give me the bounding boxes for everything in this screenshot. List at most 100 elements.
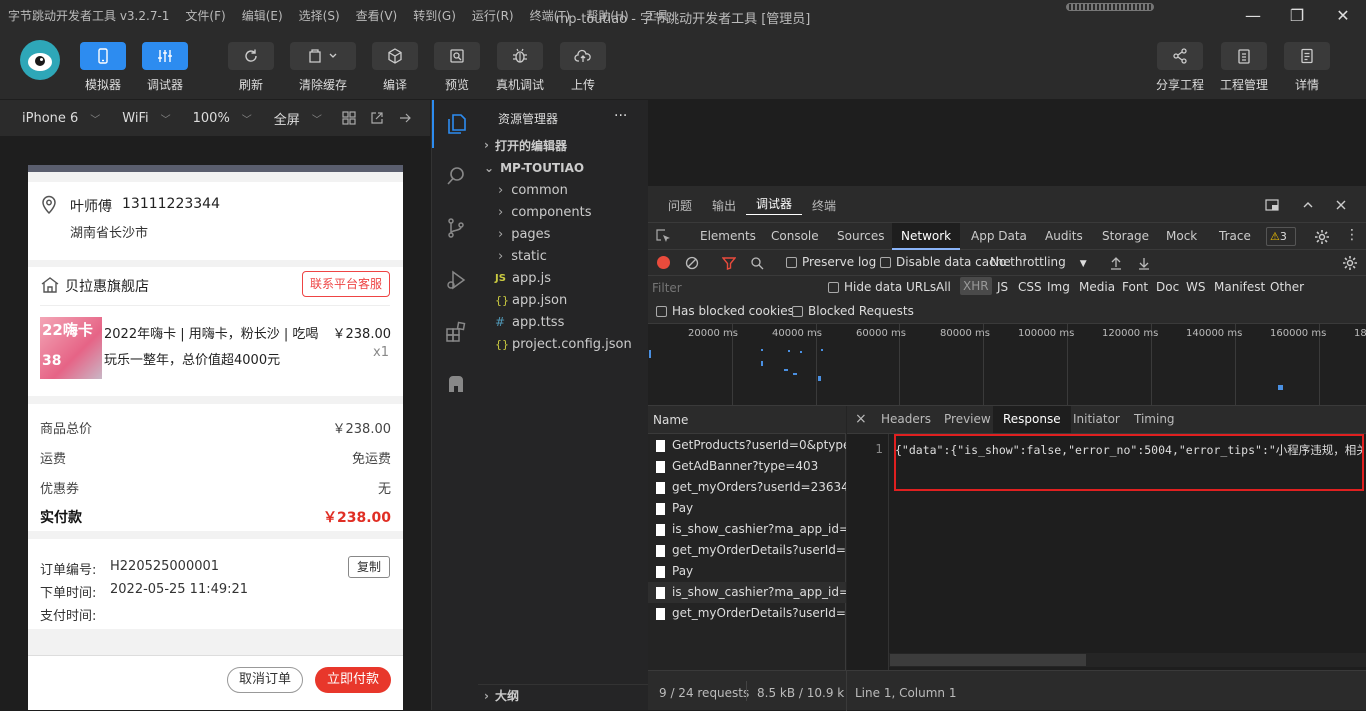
tab-elements[interactable]: Elements [700, 223, 756, 250]
warning-badge[interactable]: ⚠3 [1266, 227, 1296, 246]
avatar[interactable] [20, 40, 60, 80]
filter-icon[interactable] [722, 256, 736, 270]
request-row[interactable]: get_myOrderDetails?userId=2... [648, 540, 846, 561]
tab-timing[interactable]: Timing [1134, 406, 1175, 433]
scrollbar-thumb[interactable] [890, 654, 1086, 666]
file-app-ttss[interactable]: # app.ttss [478, 311, 648, 333]
menu-tools[interactable]: 工具 [637, 7, 677, 24]
tab-debugger[interactable]: 调试器 [746, 195, 803, 215]
tab-problems[interactable]: 问题 [658, 197, 702, 214]
zoom-select[interactable]: 100% ﹀ [193, 111, 252, 126]
gear-icon[interactable] [1314, 229, 1330, 245]
folder-static[interactable]: › static [478, 245, 648, 267]
debugger-button[interactable]: 调试器 [142, 42, 188, 93]
run-debug-activity[interactable] [432, 256, 479, 304]
menu-goto[interactable]: 转到(G) [405, 7, 464, 24]
split-panel-icon[interactable] [1265, 198, 1279, 212]
type-filter-other[interactable]: Other [1270, 280, 1304, 294]
share-project-button[interactable]: 分享工程 [1156, 42, 1204, 93]
preview-button[interactable]: 预览 [434, 42, 480, 93]
menu-view[interactable]: 查看(V) [348, 7, 406, 24]
request-row[interactable]: GetAdBanner?type=403 [648, 456, 846, 477]
file-app-json[interactable]: {} app.json [478, 289, 648, 311]
request-row[interactable]: GetProducts?userId=0&ptype... [648, 435, 846, 456]
record-icon[interactable] [657, 256, 670, 269]
close-detail-icon[interactable]: × [855, 406, 867, 433]
network-timeline[interactable]: 20000 ms 40000 ms 60000 ms 80000 ms 1000… [648, 324, 1366, 406]
menu-help[interactable]: 帮助(H) [578, 7, 636, 24]
tab-preview[interactable]: Preview [944, 406, 991, 433]
compile-button[interactable]: 编译 [372, 42, 418, 93]
tab-initiator[interactable]: Initiator [1073, 406, 1120, 433]
project-manage-button[interactable]: 工程管理 [1220, 42, 1268, 93]
pay-now-button[interactable]: 立即付款 [315, 667, 391, 693]
clear-cache-button[interactable]: 清除缓存 [290, 42, 356, 93]
minimize-button[interactable]: — [1230, 0, 1276, 30]
tab-audits[interactable]: Audits [1045, 223, 1083, 250]
tab-app-data[interactable]: App Data [971, 223, 1027, 250]
more-icon[interactable]: ··· [614, 108, 627, 124]
menu-run[interactable]: 运行(R) [464, 7, 522, 24]
network-select[interactable]: WiFi ﹀ [122, 111, 170, 126]
close-icon[interactable] [1334, 198, 1348, 212]
file-project-config[interactable]: {} project.config.json [478, 333, 648, 355]
explorer-activity[interactable] [432, 100, 479, 148]
tab-console[interactable]: Console [771, 223, 819, 250]
folder-pages[interactable]: › pages [478, 223, 648, 245]
close-button[interactable]: ✕ [1320, 0, 1366, 30]
folder-components[interactable]: › components [478, 201, 648, 223]
blocked-requests-checkbox[interactable]: Blocked Requests [792, 304, 914, 318]
popout-icon[interactable] [370, 111, 384, 125]
type-filter-js[interactable]: JS [997, 280, 1008, 294]
address-card[interactable]: 叶师傅 13111223344 湖南省长沙市 [28, 182, 403, 260]
export-icon[interactable] [1137, 256, 1151, 270]
tab-response[interactable]: Response [993, 406, 1071, 433]
open-editors-section[interactable]: › 打开的编辑器 [478, 134, 648, 156]
file-app-js[interactable]: JS app.js [478, 267, 648, 289]
device-select[interactable]: iPhone 6 ﹀ [22, 111, 100, 126]
inspect-icon[interactable] [656, 229, 671, 244]
menu-edit[interactable]: 编辑(E) [234, 7, 291, 24]
upload-button[interactable]: 上传 [560, 42, 606, 93]
type-filter-ws[interactable]: WS [1186, 280, 1205, 294]
display-mode-select[interactable]: 全屏 ﹀ [274, 109, 322, 128]
tab-storage[interactable]: Storage [1102, 223, 1149, 250]
type-filter-css[interactable]: CSS [1018, 280, 1042, 294]
menu-select[interactable]: 选择(S) [291, 7, 348, 24]
gear-icon[interactable] [1342, 255, 1358, 271]
request-row[interactable]: get_myOrders?userId=23634... [648, 477, 846, 498]
device-debug-button[interactable]: 真机调试 [496, 42, 544, 93]
outline-section[interactable]: › 大纲 [478, 684, 648, 706]
tab-trace[interactable]: Trace [1219, 223, 1251, 250]
tab-sources[interactable]: Sources [837, 223, 884, 250]
request-row[interactable]: is_show_cashier?ma_app_id=tt... [648, 582, 846, 603]
simulator-button[interactable]: 模拟器 [80, 42, 126, 93]
grid-icon[interactable] [342, 111, 356, 125]
cancel-order-button[interactable]: 取消订单 [227, 667, 303, 693]
toutiao-activity[interactable] [432, 360, 479, 408]
search-icon[interactable] [750, 256, 764, 270]
type-filter-font[interactable]: Font [1122, 280, 1148, 294]
import-icon[interactable] [1109, 256, 1123, 270]
menu-terminal[interactable]: 终端(T) [522, 7, 579, 24]
preserve-log-checkbox[interactable]: Preserve log [786, 255, 876, 269]
search-activity[interactable] [432, 152, 479, 200]
has-blocked-cookies-checkbox[interactable]: Has blocked cookies [656, 304, 794, 318]
folder-common[interactable]: › common [478, 179, 648, 201]
extensions-activity[interactable] [432, 308, 479, 356]
tab-network[interactable]: Network [892, 223, 961, 250]
request-row[interactable]: get_myOrderDetails?userId=2... [648, 603, 846, 624]
filter-input[interactable] [652, 279, 820, 297]
arrow-right-icon[interactable] [398, 111, 412, 125]
type-filter-all[interactable]: All [936, 280, 951, 294]
type-filter-xhr[interactable]: XHR [960, 277, 992, 295]
horizontal-scrollbar[interactable] [889, 653, 1366, 667]
drag-handle[interactable] [1066, 3, 1154, 11]
restore-button[interactable]: ❐ [1274, 0, 1320, 30]
more-vertical-icon[interactable]: ⋮ [1345, 227, 1359, 243]
throttling-select[interactable]: No throttling ▼ [990, 255, 1087, 269]
name-column-header[interactable]: Name [648, 406, 846, 434]
request-row[interactable]: Pay [648, 498, 846, 519]
copy-button[interactable]: 复制 [348, 556, 390, 578]
contact-service-button[interactable]: 联系平台客服 [302, 271, 390, 297]
